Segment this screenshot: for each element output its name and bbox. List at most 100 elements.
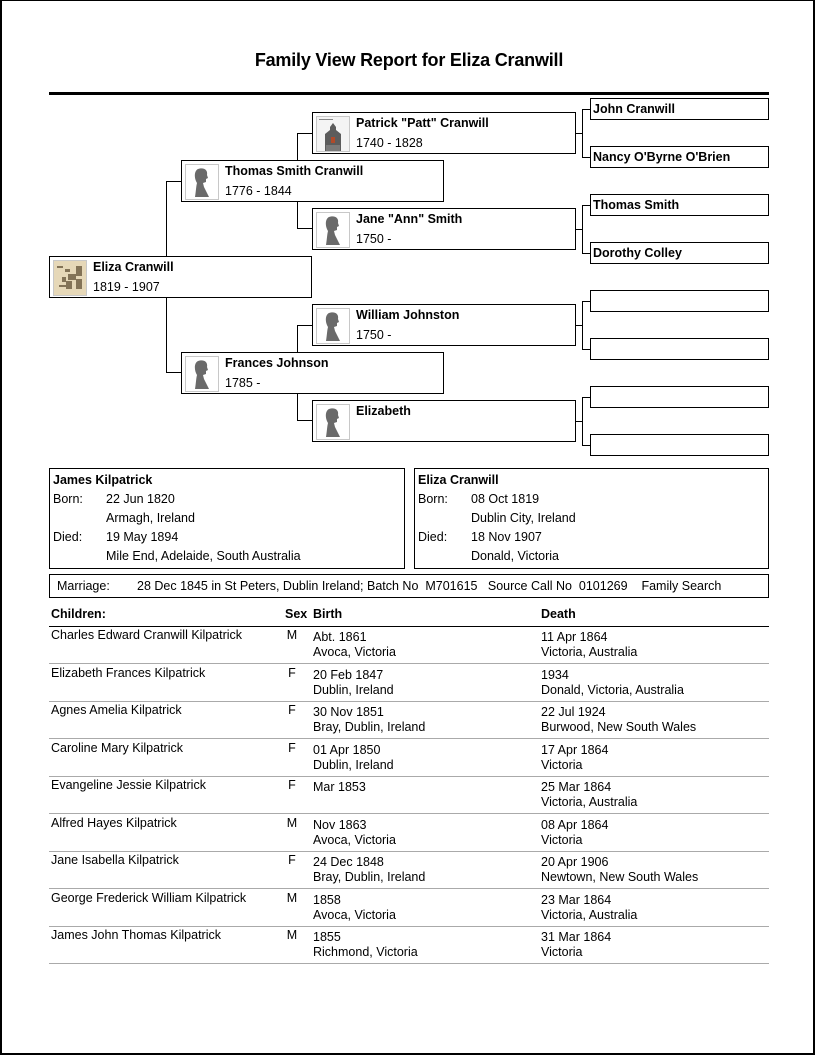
death-date: 1934 [541, 667, 569, 682]
child-name: Jane Isabella Kilpatrick [51, 853, 179, 867]
birth-place: Richmond, Victoria [313, 945, 418, 959]
person-name: Nancy O'Byrne O'Brien [593, 150, 731, 164]
connector-line [582, 205, 590, 206]
table-row[interactable]: James John Thomas Kilpatrick M 1855 Richmon… [49, 926, 769, 964]
person-name: Frances Johnson [225, 356, 329, 370]
person-box-great-grandparent[interactable]: Thomas Smith [590, 194, 769, 216]
person-name: John Cranwill [593, 102, 675, 116]
connector-line [582, 445, 590, 446]
connector-line [166, 181, 181, 182]
death-date: 25 Mar 1864 [541, 780, 612, 794]
table-row[interactable]: Jane Isabella Kilpatrick F 24 Dec 1848 Bray… [49, 851, 769, 889]
death-place: Victoria, Australia [541, 907, 638, 922]
person-box-maternal-grandmother[interactable]: Elizabeth [312, 400, 576, 442]
connector-line [297, 228, 312, 229]
connector-line [582, 253, 590, 254]
connector-line [582, 301, 590, 302]
child-name: Elizabeth Frances Kilpatrick [51, 665, 206, 680]
marriage-details: 28 Dec 1845 in St Peters, Dublin Ireland… [137, 579, 722, 593]
header-birth: Birth [313, 607, 343, 621]
person-dates: 1740 - 1828 [356, 136, 423, 150]
table-row[interactable]: George Frederick William Kilpatrick M 1858… [49, 889, 769, 927]
child-sex: F [288, 665, 296, 680]
born-date: 22 Jun 1820 [106, 492, 175, 506]
birth-place: Dublin, Ireland [313, 757, 394, 772]
person-box-paternal-grandmother[interactable]: Jane "Ann" Smith 1750 - [312, 208, 576, 250]
birth-place: Bray, Dublin, Ireland [313, 870, 426, 884]
birth-date: Abt. 1861 [313, 630, 367, 644]
person-box-great-grandparent[interactable]: John Cranwill [590, 98, 769, 120]
died-label: Died: [53, 530, 83, 544]
person-box-great-grandparent-empty[interactable] [590, 290, 769, 312]
death-date: 23 Mar 1864 [541, 892, 612, 907]
husband-name: James Kilpatrick [53, 473, 153, 487]
birth-date: 1855 [313, 930, 341, 944]
birth-date: 24 Dec 1848 [313, 855, 384, 869]
born-label: Born: [418, 492, 448, 506]
header-sex: Sex [285, 607, 308, 621]
child-sex: F [288, 740, 296, 755]
child-name: Caroline Mary Kilpatrick [51, 740, 183, 755]
person-box-father[interactable]: Thomas Smith Cranwill 1776 - 1844 [181, 160, 444, 202]
died-place: Mile End, Adelaide, South Australia [106, 549, 301, 563]
child-sex: F [288, 853, 296, 867]
table-row[interactable]: Charles Edward Cranwill Kilpatrick M Abt. … [49, 626, 769, 664]
connector-line [297, 325, 312, 326]
table-row[interactable]: Elizabeth Frances Kilpatrick F 20 Feb 1847… [49, 664, 769, 702]
table-row[interactable]: Alfred Hayes Kilpatrick M Nov 1863 Avoca, V… [49, 814, 769, 852]
marriage-box: Marriage: 28 Dec 1845 in St Peters, Dubl… [49, 574, 769, 598]
connector-line [582, 205, 583, 253]
table-row[interactable]: Agnes Amelia Kilpatrick F 30 Nov 1851 Bray,… [49, 701, 769, 739]
born-date: 08 Oct 1819 [471, 492, 540, 506]
person-box-great-grandparent-empty[interactable] [590, 338, 769, 360]
person-box-paternal-grandfather[interactable]: Patrick "Patt" Cranwill 1740 - 1828 [312, 112, 576, 154]
person-box-great-grandparent[interactable]: Dorothy Colley [590, 242, 769, 264]
wife-info-box: Eliza Cranwill Born: 08 Oct 1819 Dublin … [414, 468, 769, 569]
connector-line [297, 133, 298, 160]
child-sex: M [286, 928, 298, 942]
death-place: Burwood, New South Wales [541, 720, 697, 734]
connector-line [582, 301, 583, 349]
death-date: 11 Apr 1864 [541, 630, 608, 644]
person-name: Eliza Cranwill [93, 260, 174, 274]
connector-line [582, 109, 583, 157]
born-label: Born: [53, 492, 83, 506]
report-title: Family View Report for Eliza Cranwill [254, 50, 564, 70]
birth-date: Mar 1853 [313, 780, 366, 794]
person-dates: 1785 - [225, 376, 261, 390]
connector-line [582, 349, 590, 350]
person-box-mother[interactable]: Frances Johnson 1785 - [181, 352, 444, 394]
child-sex: M [286, 890, 298, 905]
child-name: Evangeline Jessie Kilpatrick [51, 778, 206, 792]
birth-place: Avoca, Victoria [313, 832, 396, 847]
map-photo-icon [53, 260, 87, 296]
child-name: Charles Edward Cranwill Kilpatrick [51, 628, 243, 642]
table-row[interactable]: Caroline Mary Kilpatrick F 01 Apr 1850 Dubl… [49, 739, 769, 777]
died-date: 19 May 1894 [106, 530, 179, 544]
person-box-maternal-grandfather[interactable]: William Johnston 1750 - [312, 304, 576, 346]
silhouette-icon [185, 164, 219, 200]
death-date: 17 Apr 1864 [541, 742, 609, 757]
died-place: Donald, Victoria [471, 549, 560, 563]
child-sex: F [288, 778, 296, 792]
birth-date: 01 Apr 1850 [313, 742, 381, 757]
church-photo-icon [316, 116, 350, 152]
child-name: Agnes Amelia Kilpatrick [51, 703, 182, 717]
died-date: 18 Nov 1907 [471, 530, 542, 544]
person-box-great-grandparent[interactable]: Nancy O'Byrne O'Brien [590, 146, 769, 168]
silhouette-icon [316, 404, 350, 440]
death-place: Victoria [541, 757, 583, 772]
connector-line [297, 133, 312, 134]
death-place: Donald, Victoria, Australia [541, 682, 684, 697]
person-dates: 1750 - [356, 328, 392, 342]
table-row[interactable]: Evangeline Jessie Kilpatrick F Mar 1853 25 … [49, 776, 769, 814]
person-box-great-grandparent-empty[interactable] [590, 434, 769, 456]
silhouette-icon [185, 356, 219, 392]
person-box-root[interactable]: Eliza Cranwill 1819 - 1907 [49, 256, 312, 298]
children-table-header: Children: Sex Birth Death [49, 606, 769, 627]
person-box-great-grandparent-empty[interactable] [590, 386, 769, 408]
child-name: James John Thomas Kilpatrick [51, 928, 221, 942]
birth-date: Nov 1863 [313, 817, 367, 832]
connector-line [166, 181, 167, 257]
connector-line [297, 201, 298, 229]
